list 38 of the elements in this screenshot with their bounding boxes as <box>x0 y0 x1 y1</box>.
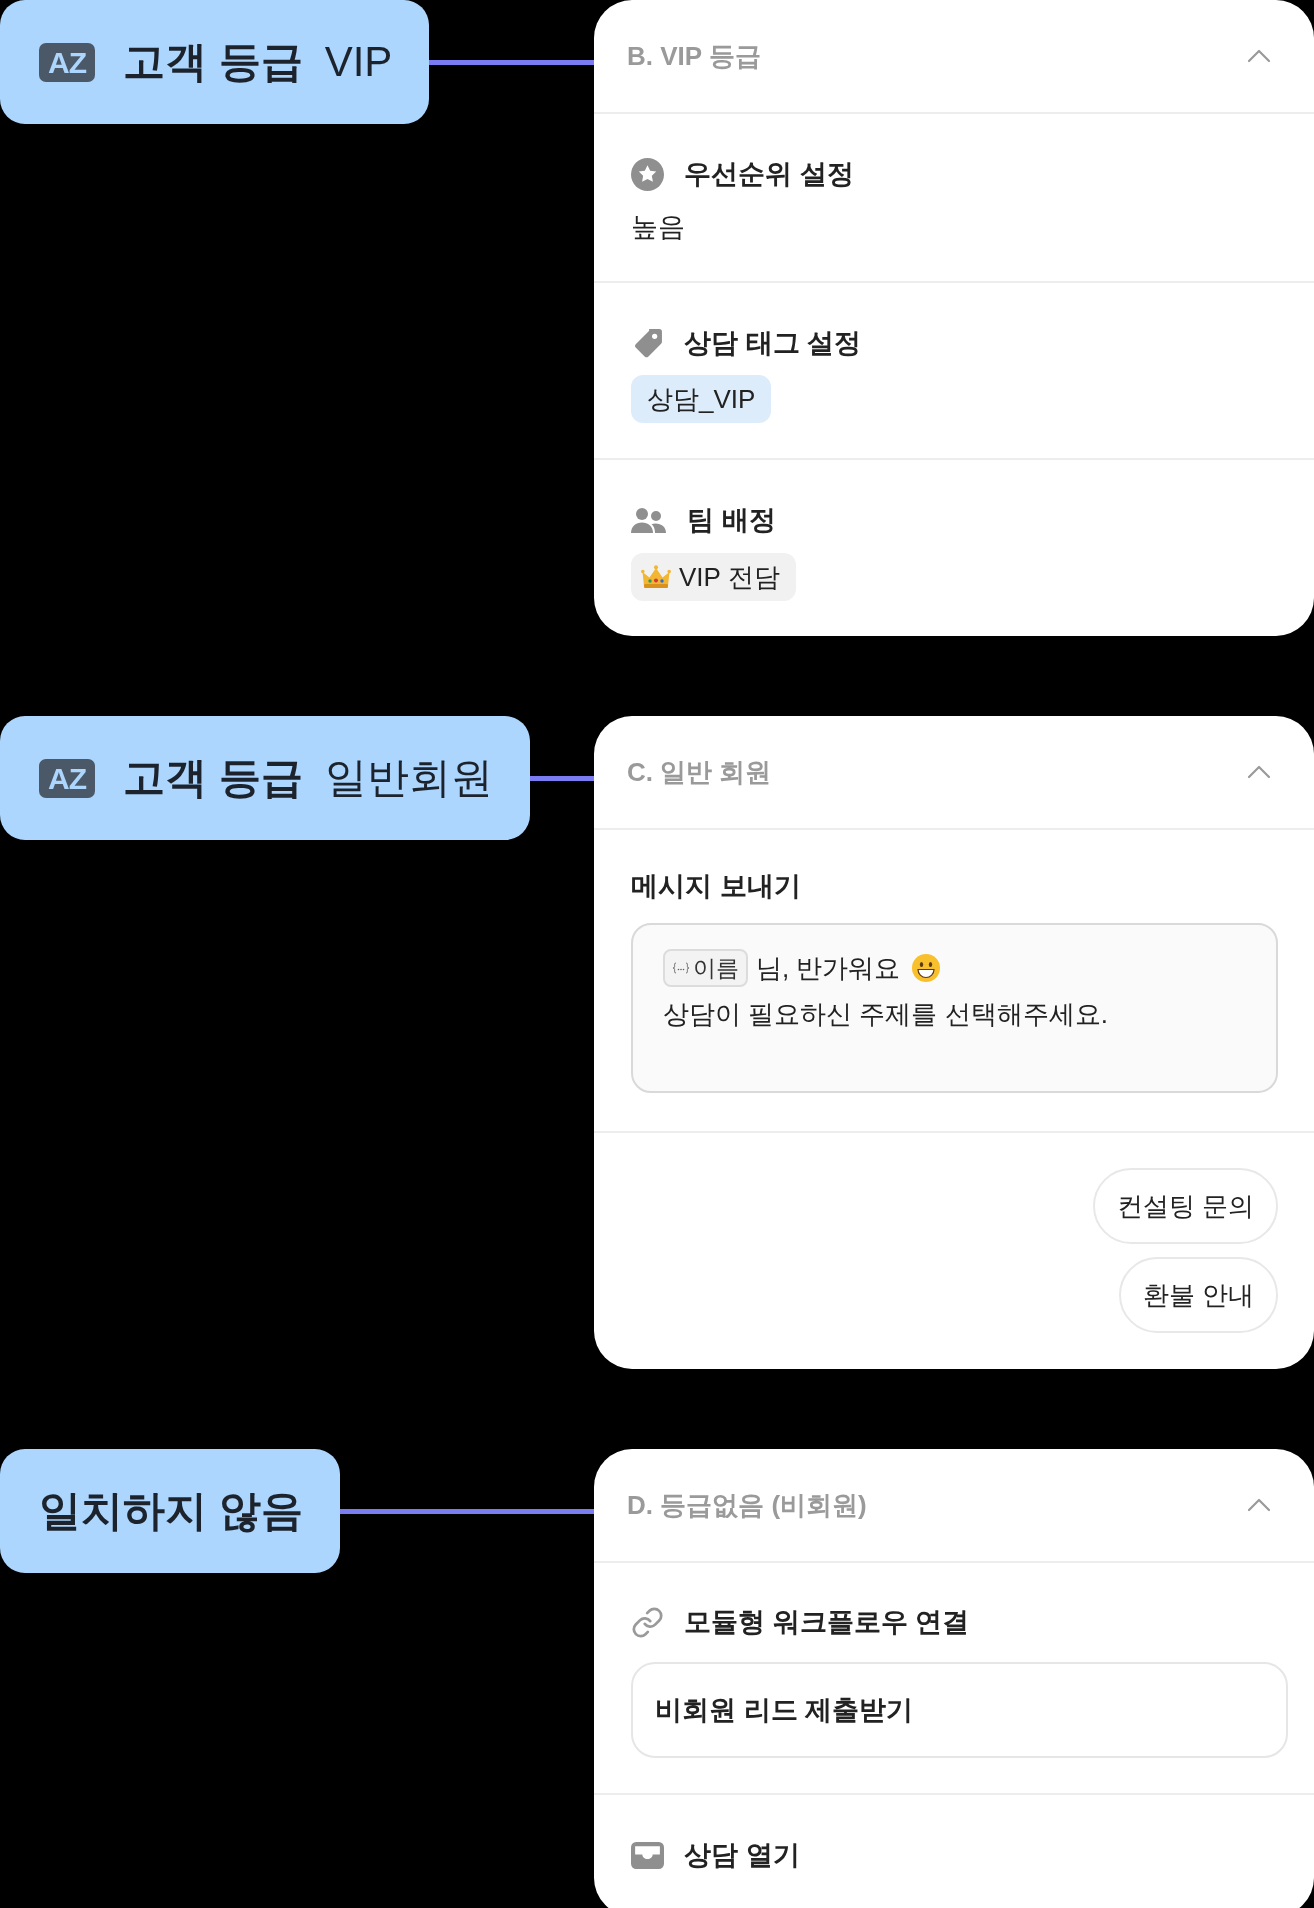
attribute-type-badge: AZ <box>39 758 95 798</box>
condition-text: 일치하지 않음 <box>39 1486 303 1536</box>
tag-chip: 상담_VIP <box>631 375 772 423</box>
message-text: 님, 반가워요 <box>756 952 901 985</box>
condition-attribute: 고객 등급 <box>123 37 303 87</box>
card-title: C. 일반 회원 <box>627 755 772 789</box>
link-icon <box>631 1605 664 1639</box>
quick-reply-button[interactable]: 컨설팅 문의 <box>1092 1168 1278 1244</box>
attribute-type-badge: AZ <box>39 42 95 82</box>
workflow-selector[interactable]: 비회원 리드 제출받기 <box>631 1662 1288 1758</box>
collapse-button[interactable] <box>1247 1498 1271 1512</box>
card-title: D. 등급없음 (비회원) <box>627 1488 867 1522</box>
priority-value: 높음 <box>631 211 685 244</box>
people-icon <box>631 506 667 534</box>
condition-value: 일반회원 <box>324 753 493 803</box>
section-title: 모듈형 워크플로우 연결 <box>684 1606 969 1639</box>
section-title: 상담 태그 설정 <box>684 327 861 360</box>
message-field[interactable]: 이름 님, 반가워요 상담이 필요하신 주제를 선택해주세요. <box>631 923 1278 1093</box>
message-text: 상담이 필요하신 주제를 선택해주세요. <box>663 998 1108 1031</box>
card-title: B. VIP 등급 <box>627 39 761 73</box>
condition-value: VIP <box>324 37 393 87</box>
team-name: VIP 전담 <box>679 561 780 594</box>
grinning-face-icon <box>912 954 941 982</box>
section-title: 메시지 보내기 <box>631 870 801 903</box>
section-title: 상담 열기 <box>684 1839 800 1872</box>
quick-reply-button[interactable]: 환불 안내 <box>1118 1257 1278 1333</box>
variable-icon <box>672 962 690 974</box>
chevron-up-icon <box>1247 49 1271 63</box>
crown-icon <box>641 565 671 589</box>
collapse-button[interactable] <box>1247 49 1271 63</box>
variable-name: 이름 <box>693 954 739 983</box>
condition-attribute: 고객 등급 <box>123 753 303 803</box>
section-title: 우선순위 설정 <box>684 158 854 191</box>
collapse-button[interactable] <box>1247 765 1271 779</box>
inbox-icon <box>631 1841 664 1869</box>
section-title: 팀 배정 <box>687 504 776 537</box>
chevron-up-icon <box>1247 765 1271 779</box>
chevron-up-icon <box>1247 1498 1271 1512</box>
